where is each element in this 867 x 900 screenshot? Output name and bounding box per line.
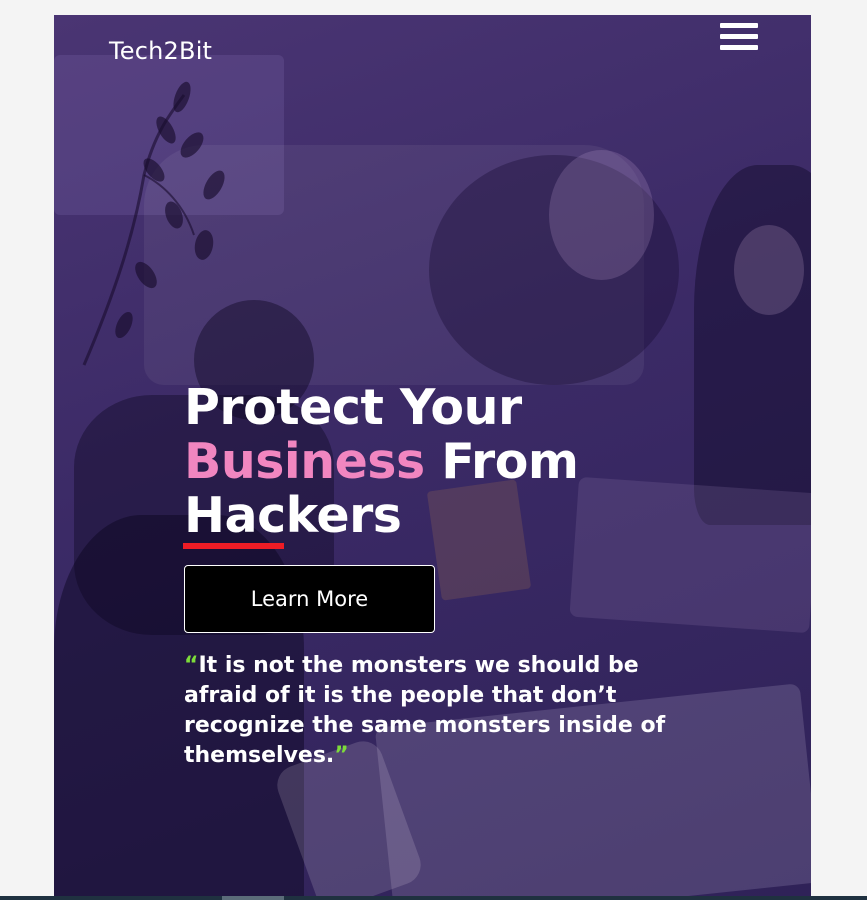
headline-underline [183,543,284,549]
hero-headline: Protect Your Business From Hackers [184,379,579,544]
person-face-shape [734,225,804,315]
headline-highlight: Business [184,433,425,490]
horizontal-scrollbar[interactable] [0,896,867,900]
hero-quote: “It is not the monsters we should be afr… [184,651,684,771]
menu-bar [720,34,758,39]
site-logo[interactable]: Tech2Bit [109,37,212,65]
person-hair-shape [694,165,811,525]
learn-more-button[interactable]: Learn More [184,565,435,633]
headline-line-1: Protect Your [184,379,522,436]
headline-line-2: Business From [184,433,579,490]
quote-text: It is not the monsters we should be afra… [184,653,666,768]
headline-line-3: Hackers [184,487,402,544]
scrollbar-thumb[interactable] [222,896,284,900]
quote-close-mark: ” [334,743,349,768]
person-face-shape [549,150,654,280]
laptop-shape [569,476,811,634]
plant-decoration [82,81,225,366]
menu-bar [720,45,758,50]
menu-bar [720,23,758,28]
hero-section: Tech2Bit Protect Your Business From Hack… [54,15,811,900]
quote-open-mark: “ [184,653,199,678]
headline-line-2-rest: From [424,433,579,490]
hamburger-menu-icon[interactable] [720,21,758,53]
